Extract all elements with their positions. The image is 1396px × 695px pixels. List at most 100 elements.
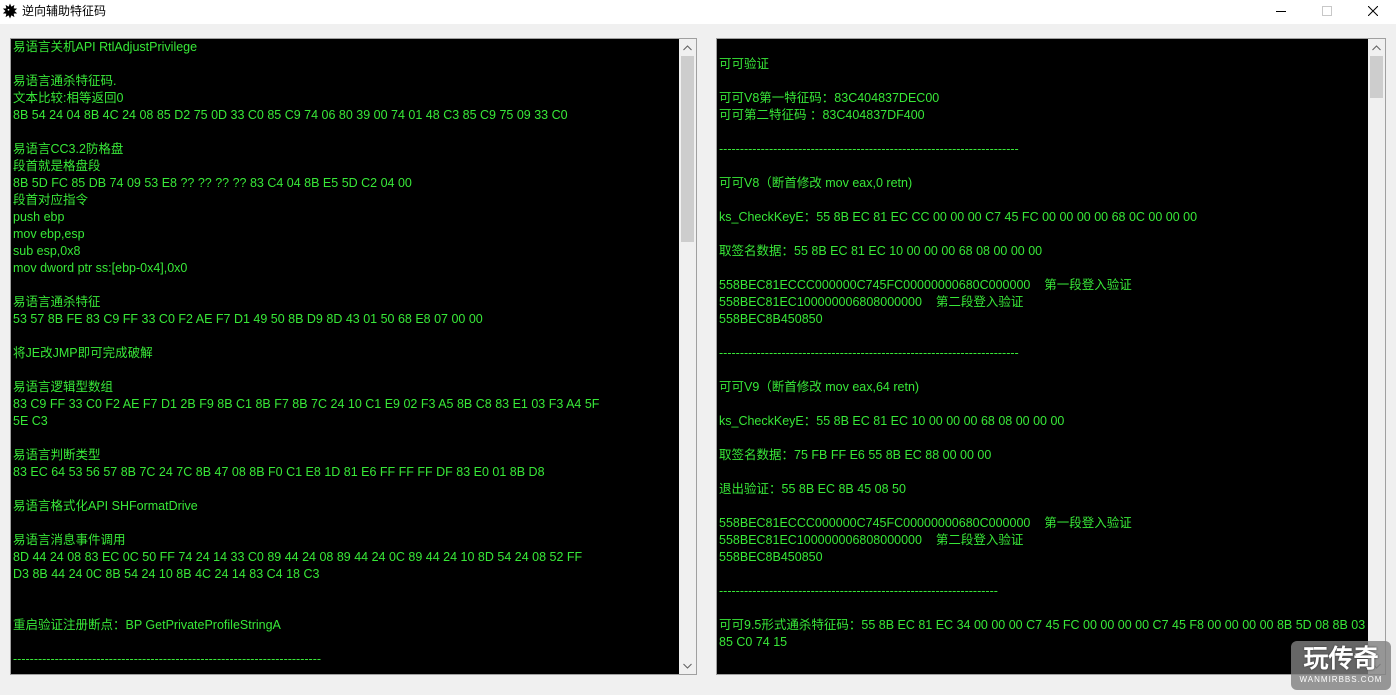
text-line: 段首就是格盘段 [13,159,101,173]
text-line: 易语言格式化API SHFormatDrive [13,499,198,513]
text-line: ----------------------------------------… [719,346,1019,360]
text-line [13,634,679,651]
text-line [13,481,679,498]
text-line: ks_CheckKeyE：55 8B EC 81 EC 10 00 00 00 … [719,414,1065,428]
left-text-box[interactable]: 易语言关机API RtlAdjustPrivilege 易语言通杀特征码. 文本比较… [10,38,697,675]
text-line: 558BEC8B450850 [719,550,823,564]
text-line: ----------------------------------------… [719,142,1019,156]
title-bar[interactable]: 逆向辅助特征码 [0,0,1396,24]
right-scroll-up-button[interactable] [1368,39,1385,56]
text-line [13,328,679,345]
text-line: 重启验证注册断点：BP GetPrivateProfileStringA [13,618,281,632]
text-line: 取签名数据：75 FB FF E6 55 8B EC 88 00 00 00 [719,448,992,462]
right-text-box[interactable]: 可可验证可可V8第一特征码：83C404837DEC00 可可第二特征码 ：83C… [716,38,1386,675]
right-scrollbar[interactable] [1368,39,1385,674]
text-line: 53 57 8B FE 83 C9 FF 33 C0 F2 AE F7 D1 4… [13,312,483,326]
text-line [13,124,679,141]
text-line: 可可第二特征码 ：83C404837DF400 [719,108,925,122]
right-text-content[interactable]: 可可验证可可V8第一特征码：83C404837DEC00 可可第二特征码 ：83C… [717,39,1368,674]
text-line: 8B 5D FC 85 DB 74 09 53 E8 ?? ?? ?? ?? 8… [13,176,412,190]
text-line: 易语言通杀特征码. [13,74,117,88]
text-line: 易语言CC3.2防格盘 [13,142,124,156]
text-line: 558BEC81ECCC000000C745FC00000000680C0000… [719,278,1132,292]
text-line: push ebp [13,210,65,224]
text-line [719,651,1368,668]
right-scroll-track[interactable] [1368,56,1385,657]
left-text-content[interactable]: 易语言关机API RtlAdjustPrivilege 易语言通杀特征码. 文本比较… [11,39,679,674]
text-line [719,600,1368,617]
text-line: 易语言逻辑型数组 [13,380,114,394]
left-scroll-thumb[interactable] [681,56,694,242]
text-line [719,73,1368,90]
text-line [13,362,679,379]
text-line [719,260,1368,277]
text-line: 85 C0 74 15 [719,635,788,649]
text-line: D3 8B 44 24 0C 8B 54 24 10 8B 4C 24 14 8… [13,567,320,581]
left-scroll-down-button[interactable] [679,657,696,674]
text-line: mov dword ptr ss:[ebp-0x4],0x0 [13,261,188,275]
text-line [13,277,679,294]
text-line: 段首对应指令 [13,193,89,207]
left-scroll-track[interactable] [679,56,696,657]
text-line: 退出验证：55 8B EC 8B 45 08 50 [719,482,906,496]
text-line: 可可V8第一特征码：83C404837DEC00 [719,91,940,105]
text-line: 可可V8（断首修改 mov eax,0 retn) [719,176,913,190]
text-line [719,328,1368,345]
text-line: 可可9.5形式通杀特征码：55 8B EC 81 EC 34 00 00 00 … [719,618,1366,632]
app-icon[interactable] [2,3,18,19]
text-line: ----------------------------------------… [13,652,322,666]
text-line: 可可验证 [719,57,770,71]
text-line [719,430,1368,447]
minimize-icon [1276,11,1286,12]
text-line: 83 EC 64 53 56 57 8B 7C 24 7C 8B 47 08 8… [13,465,545,479]
text-line: mov ebp,esp [13,227,85,241]
window-title: 逆向辅助特征码 [22,4,107,18]
text-line: 558BEC81ECCC000000C745FC00000000680C0000… [719,516,1132,530]
right-scroll-thumb[interactable] [1370,56,1383,98]
text-line [13,430,679,447]
text-line: 5E C3 [13,414,48,428]
text-line: 8D 44 24 08 83 EC 0C 50 FF 74 24 14 33 C… [13,550,583,564]
maximize-button[interactable] [1304,0,1350,22]
chevron-down-icon [683,663,692,669]
minimize-button[interactable] [1258,0,1304,22]
left-scrollbar[interactable] [679,39,696,674]
close-button[interactable] [1350,0,1396,22]
text-line: ks_CheckKeyE：55 8B EC 81 EC CC 00 00 00 … [719,210,1198,224]
text-line: 易语言判断类型 [13,448,101,462]
text-line [13,600,679,617]
maximize-icon [1322,6,1332,16]
chevron-up-icon [683,44,692,50]
text-line: 易语言关机API RtlAdjustPrivilege [13,40,198,54]
text-line [719,566,1368,583]
text-line [13,583,679,600]
text-line: 文本比较:相等返回0 [13,91,124,105]
close-icon [1368,6,1378,16]
text-line [13,56,679,73]
text-line: ----------------------------------------… [719,584,998,598]
text-line: sub esp,0x8 [13,244,81,258]
text-line: 易语言通杀特征 [13,295,101,309]
watermark-subtext: WANMIRBBS.COM [1299,675,1383,684]
chevron-up-icon [1372,44,1381,50]
left-scroll-up-button[interactable] [679,39,696,56]
text-line [719,362,1368,379]
text-line [719,192,1368,209]
text-line: 易语言消息事件调用 [13,533,126,547]
text-line: 8B 54 24 04 8B 4C 24 08 85 D2 75 0D 33 C… [13,108,568,122]
watermark-logo: 玩传奇 WANMIRBBS.COM [1291,641,1391,690]
text-line [719,158,1368,175]
text-line [719,39,1368,56]
text-line: 将JE改JMP即可完成破解 [13,346,153,360]
text-line [719,396,1368,413]
watermark-text: 玩传奇 [1303,644,1379,673]
text-line [719,498,1368,515]
text-line: 取签名数据：55 8B EC 81 EC 10 00 00 00 68 08 0… [719,244,1043,258]
text-line: 83 C9 FF 33 C0 F2 AE F7 D1 2B F9 8B C1 8… [13,397,600,411]
text-line [719,226,1368,243]
text-line [719,124,1368,141]
text-line [13,515,679,532]
text-line: 558BEC81EC100000006808000000 第二段登入验证 [719,533,1024,547]
text-line: 558BEC8B450850 [719,312,823,326]
text-line: 可可V9（断首修改 mov eax,64 retn) [719,380,920,394]
